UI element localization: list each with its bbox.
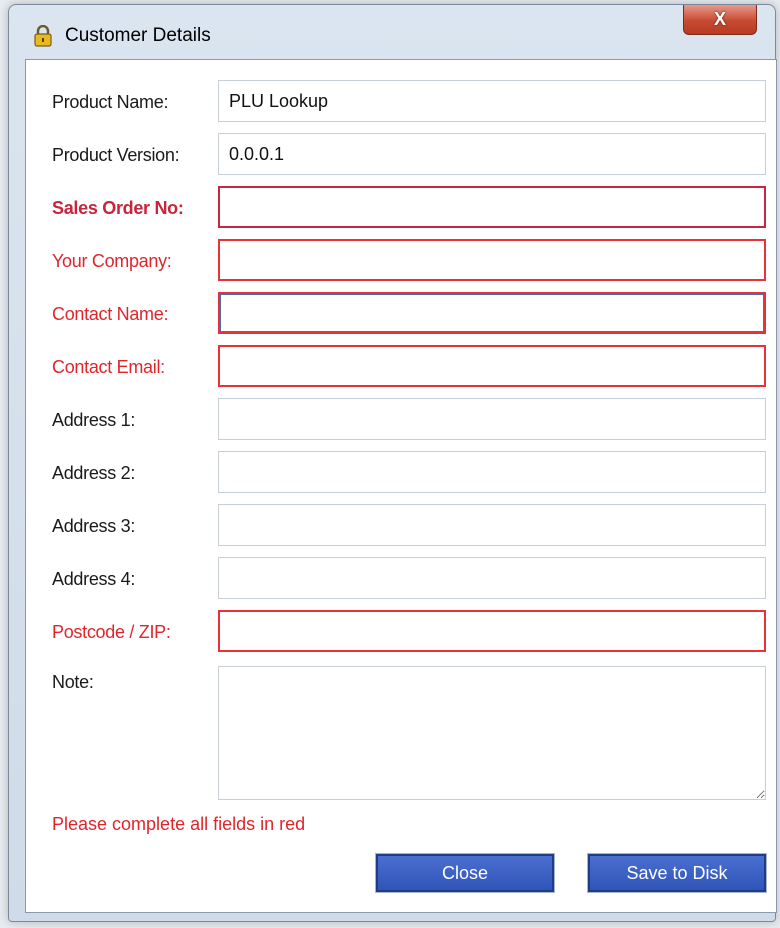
product-version-field[interactable]	[218, 133, 766, 175]
save-to-disk-button[interactable]: Save to Disk	[587, 853, 767, 893]
sales-order-no-field[interactable]	[218, 186, 766, 228]
required-fields-warning: Please complete all fields in red	[52, 814, 306, 834]
postcode-field[interactable]	[218, 610, 766, 652]
address2-field[interactable]	[218, 451, 766, 493]
address4-label: Address 4:	[52, 569, 136, 589]
close-button[interactable]: Close	[375, 853, 555, 893]
product-name-label: Product Name:	[52, 92, 169, 112]
note-textarea[interactable]	[218, 666, 766, 800]
address3-label: Address 3:	[52, 516, 136, 536]
note-label: Note:	[52, 672, 94, 692]
customer-details-dialog: Customer Details X Product Name: Product…	[8, 4, 777, 922]
product-name-field[interactable]	[218, 80, 766, 122]
your-company-label: Your Company:	[52, 251, 172, 271]
sales-order-no-label: Sales Order No:	[52, 198, 184, 218]
address1-label: Address 1:	[52, 410, 136, 430]
title-bar[interactable]: Customer Details X	[9, 5, 775, 61]
address3-field[interactable]	[218, 504, 766, 546]
contact-name-field[interactable]	[218, 292, 766, 334]
close-icon[interactable]: X	[683, 5, 757, 35]
padlock-icon	[33, 24, 53, 47]
window-title: Customer Details	[65, 25, 211, 46]
your-company-field[interactable]	[218, 239, 766, 281]
form-panel: Product Name: Product Version: Sales Ord…	[25, 59, 777, 913]
contact-email-field[interactable]	[218, 345, 766, 387]
product-version-label: Product Version:	[52, 145, 180, 165]
postcode-label: Postcode / ZIP:	[52, 622, 171, 642]
address4-field[interactable]	[218, 557, 766, 599]
contact-name-label: Contact Name:	[52, 304, 169, 324]
contact-email-label: Contact Email:	[52, 357, 165, 377]
address2-label: Address 2:	[52, 463, 136, 483]
address1-field[interactable]	[218, 398, 766, 440]
